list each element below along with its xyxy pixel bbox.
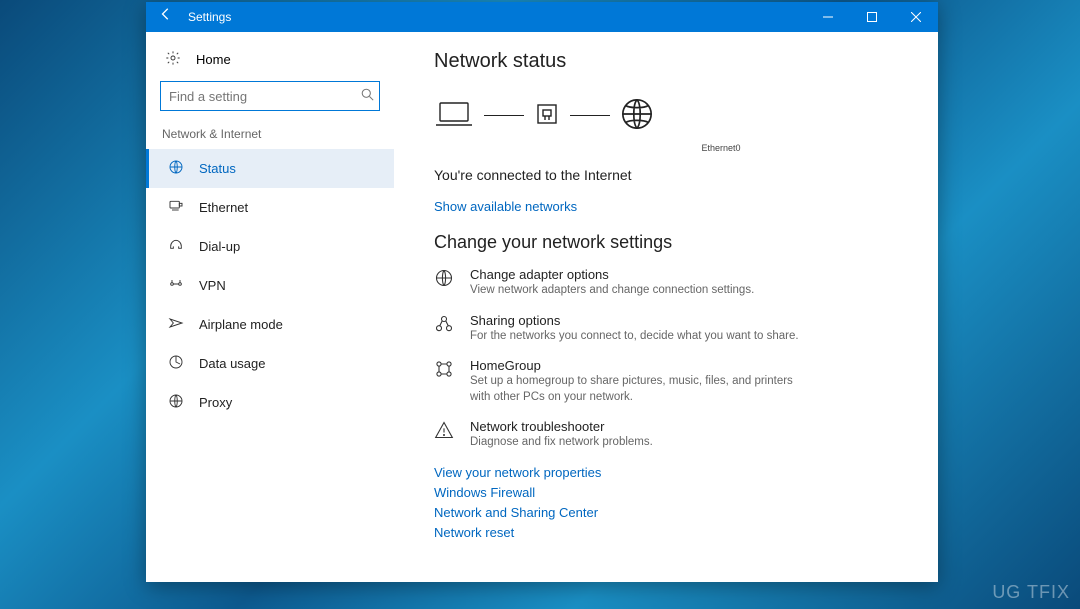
setting-desc: For the networks you connect to, decide … bbox=[470, 329, 799, 345]
show-networks-link[interactable]: Show available networks bbox=[434, 199, 577, 214]
main-panel: Network status Ethernet0 You're connecte bbox=[394, 32, 938, 582]
setting-title: Network troubleshooter bbox=[470, 419, 653, 434]
watermark: UG TFIX bbox=[992, 582, 1070, 603]
setting-title: HomeGroup bbox=[470, 358, 810, 373]
sidebar-item-label: Status bbox=[199, 161, 236, 176]
setting-desc: Set up a homegroup to share pictures, mu… bbox=[470, 374, 810, 405]
minimize-button[interactable] bbox=[806, 2, 850, 32]
datausage-icon bbox=[167, 354, 185, 373]
section-title: Change your network settings bbox=[434, 232, 914, 253]
sidebar-item-airplane[interactable]: Airplane mode bbox=[146, 305, 394, 344]
sidebar-item-label: Airplane mode bbox=[199, 317, 283, 332]
globe-icon bbox=[620, 97, 654, 134]
sidebar-item-label: Proxy bbox=[199, 395, 232, 410]
setting-troubleshooter[interactable]: Network troubleshooter Diagnose and fix … bbox=[434, 419, 914, 451]
airplane-icon bbox=[167, 315, 185, 334]
network-sharing-center-link[interactable]: Network and Sharing Center bbox=[434, 505, 598, 520]
settings-window: Settings Home bbox=[146, 2, 938, 582]
search-input-wrapper[interactable] bbox=[160, 81, 380, 111]
sidebar-item-label: Data usage bbox=[199, 356, 266, 371]
category-label: Network & Internet bbox=[146, 121, 394, 149]
proxy-icon bbox=[167, 393, 185, 412]
laptop-icon bbox=[434, 99, 474, 132]
sidebar-item-label: Dial-up bbox=[199, 239, 240, 254]
setting-title: Sharing options bbox=[470, 313, 799, 328]
maximize-button[interactable] bbox=[850, 2, 894, 32]
sidebar-item-dialup[interactable]: Dial-up bbox=[146, 227, 394, 266]
sidebar: Home Network & Internet Status bbox=[146, 32, 394, 582]
sidebar-item-label: Ethernet bbox=[199, 200, 248, 215]
status-icon bbox=[167, 159, 185, 178]
windows-firewall-link[interactable]: Windows Firewall bbox=[434, 485, 535, 500]
dialup-icon bbox=[167, 237, 185, 256]
sidebar-item-label: VPN bbox=[199, 278, 226, 293]
vpn-icon bbox=[167, 276, 185, 295]
sidebar-item-datausage[interactable]: Data usage bbox=[146, 344, 394, 383]
setting-adapter-options[interactable]: Change adapter options View network adap… bbox=[434, 267, 914, 299]
page-title: Network status bbox=[434, 50, 914, 73]
network-properties-link[interactable]: View your network properties bbox=[434, 465, 601, 480]
nav-list: Status Ethernet Dial-up bbox=[146, 149, 394, 422]
sidebar-item-vpn[interactable]: VPN bbox=[146, 266, 394, 305]
sidebar-item-ethernet[interactable]: Ethernet bbox=[146, 188, 394, 227]
network-diagram bbox=[434, 87, 914, 143]
titlebar: Settings bbox=[146, 2, 938, 32]
adapter-icon bbox=[534, 99, 560, 132]
sidebar-item-status[interactable]: Status bbox=[146, 149, 394, 188]
setting-title: Change adapter options bbox=[470, 267, 754, 282]
homegroup-icon bbox=[434, 358, 456, 405]
window-title: Settings bbox=[186, 10, 231, 24]
back-button[interactable] bbox=[146, 2, 186, 32]
connection-name: Ethernet0 bbox=[528, 143, 914, 153]
sharing-icon bbox=[434, 313, 456, 345]
setting-desc: View network adapters and change connect… bbox=[470, 283, 754, 299]
network-reset-link[interactable]: Network reset bbox=[434, 525, 514, 540]
sidebar-item-proxy[interactable]: Proxy bbox=[146, 383, 394, 422]
search-icon bbox=[353, 88, 382, 104]
setting-sharing-options[interactable]: Sharing options For the networks you con… bbox=[434, 313, 914, 345]
gear-icon bbox=[164, 50, 182, 69]
status-text: You're connected to the Internet bbox=[434, 167, 914, 183]
ethernet-icon bbox=[167, 198, 185, 217]
globe-icon bbox=[434, 267, 456, 299]
setting-homegroup[interactable]: HomeGroup Set up a homegroup to share pi… bbox=[434, 358, 914, 405]
home-label: Home bbox=[196, 52, 231, 67]
warning-icon bbox=[434, 419, 456, 451]
setting-desc: Diagnose and fix network problems. bbox=[470, 435, 653, 451]
close-button[interactable] bbox=[894, 2, 938, 32]
search-input[interactable] bbox=[161, 89, 353, 104]
home-button[interactable]: Home bbox=[146, 44, 394, 81]
